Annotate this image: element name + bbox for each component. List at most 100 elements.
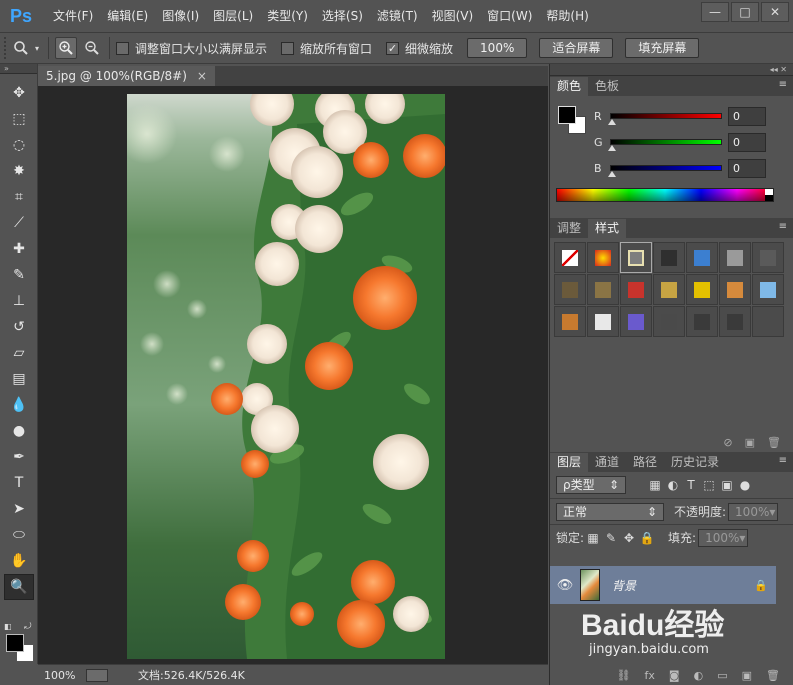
resize-windows-checkbox[interactable]	[116, 41, 129, 55]
panel-menu-icon[interactable]: ≡	[779, 455, 787, 466]
hand-tool-icon[interactable]: ✋	[0, 548, 38, 574]
style-swatch[interactable]	[719, 306, 751, 337]
style-swatch[interactable]	[686, 242, 718, 273]
pen-tool-icon[interactable]: ✒	[0, 444, 38, 470]
blur-tool-icon[interactable]: 💧	[0, 392, 38, 418]
style-swatch[interactable]	[653, 242, 685, 273]
menu-edit[interactable]: 编辑(E)	[100, 0, 155, 32]
clear-style-icon[interactable]: ⊘	[723, 436, 732, 449]
chevron-down-icon[interactable]: ▾	[32, 37, 42, 59]
close-button[interactable]: ✕	[761, 2, 789, 22]
filter-shape-icon[interactable]: ⬚	[700, 478, 718, 492]
swap-colors-icon[interactable]: ⤾	[24, 622, 34, 632]
filter-pixel-icon[interactable]: ▦	[646, 478, 664, 492]
panel-menu-icon[interactable]: ≡	[779, 221, 787, 232]
style-swatch[interactable]	[752, 306, 784, 337]
panel-collapse-strip[interactable]: ◂◂ ✕	[550, 64, 793, 76]
lock-image-icon[interactable]: ✎	[602, 531, 620, 545]
style-swatch[interactable]	[653, 306, 685, 337]
style-swatch[interactable]	[587, 306, 619, 337]
menu-type[interactable]: 类型(Y)	[260, 0, 315, 32]
menu-filter[interactable]: 滤镜(T)	[370, 0, 425, 32]
lock-transparent-icon[interactable]: ▦	[584, 531, 602, 545]
gradient-tool-icon[interactable]: ▤	[0, 366, 38, 392]
style-swatch[interactable]	[620, 274, 652, 305]
blue-value-field[interactable]: 0	[728, 158, 766, 178]
tab-layers[interactable]: 图层	[550, 453, 589, 472]
magic-wand-tool-icon[interactable]: ✸	[0, 158, 38, 184]
menu-image[interactable]: 图像(I)	[155, 0, 206, 32]
eraser-tool-icon[interactable]: ▱	[0, 340, 38, 366]
menu-view[interactable]: 视图(V)	[425, 0, 481, 32]
style-swatch[interactable]	[752, 274, 784, 305]
tab-color[interactable]: 颜色	[550, 77, 589, 96]
tab-swatches[interactable]: 色板	[588, 77, 626, 96]
panel-foreground-swatch[interactable]	[558, 106, 576, 124]
red-value-field[interactable]: 0	[728, 106, 766, 126]
style-swatch[interactable]	[620, 306, 652, 337]
menu-help[interactable]: 帮助(H)	[539, 0, 595, 32]
lock-icon[interactable]: 🔒	[754, 579, 776, 592]
blue-slider-thumb[interactable]	[608, 171, 616, 177]
crop-tool-icon[interactable]: ⌗	[0, 184, 38, 210]
style-swatch[interactable]	[587, 274, 619, 305]
scrubby-zoom-checkbox[interactable]: ✓	[386, 41, 400, 55]
green-slider-thumb[interactable]	[608, 145, 616, 151]
style-swatch[interactable]	[719, 274, 751, 305]
clone-stamp-tool-icon[interactable]: ⊥	[0, 288, 38, 314]
menu-window[interactable]: 窗口(W)	[480, 0, 539, 32]
green-value-field[interactable]: 0	[728, 132, 766, 152]
magnifier-icon[interactable]	[10, 37, 32, 59]
style-swatch[interactable]	[686, 274, 718, 305]
brush-tool-icon[interactable]: ✎	[0, 262, 38, 288]
filter-smart-icon[interactable]: ▣	[718, 478, 736, 492]
type-tool-icon[interactable]: T	[0, 470, 38, 496]
zoom-out-icon[interactable]	[81, 37, 103, 59]
filter-adjust-icon[interactable]: ◐	[664, 478, 682, 492]
ellipse-tool-icon[interactable]: ⬭	[0, 522, 38, 548]
lasso-tool-icon[interactable]: ◌	[0, 132, 38, 158]
panel-menu-icon[interactable]: ≡	[779, 79, 787, 90]
style-swatch[interactable]	[752, 242, 784, 273]
lock-all-icon[interactable]: 🔒	[638, 531, 656, 545]
layer-filter-dropdown[interactable]: ρ类型 ⇕	[556, 476, 626, 494]
move-tool-icon[interactable]: ✥	[0, 80, 38, 106]
eyedropper-tool-icon[interactable]: ⟋	[0, 210, 38, 236]
tab-channels[interactable]: 通道	[588, 453, 626, 472]
foreground-color-swatch[interactable]	[6, 634, 24, 652]
blend-mode-dropdown[interactable]: 正常 ⇕	[556, 502, 664, 521]
scrubby-zoom-option[interactable]: ✓ 细微缩放	[386, 40, 453, 57]
green-slider[interactable]	[608, 139, 722, 151]
history-brush-tool-icon[interactable]: ↺	[0, 314, 38, 340]
style-swatch[interactable]	[554, 306, 586, 337]
red-slider-thumb[interactable]	[608, 119, 616, 125]
opacity-field[interactable]: 100% ▾	[728, 502, 779, 521]
new-style-icon[interactable]: ▣	[745, 436, 755, 449]
blue-slider[interactable]	[608, 165, 722, 177]
tab-styles[interactable]: 样式	[588, 219, 627, 238]
healing-brush-tool-icon[interactable]: ✚	[0, 236, 38, 262]
menu-file[interactable]: 文件(F)	[46, 0, 100, 32]
tab-adjustments[interactable]: 调整	[550, 219, 588, 238]
menu-layer[interactable]: 图层(L)	[206, 0, 260, 32]
fill-screen-button[interactable]: 填充屏幕	[625, 38, 700, 58]
zoom-tool-icon[interactable]: 🔍	[4, 574, 34, 600]
style-swatch[interactable]	[653, 274, 685, 305]
style-swatch[interactable]	[587, 242, 619, 273]
color-spectrum-bar[interactable]	[556, 188, 774, 202]
actual-pixels-button[interactable]: 100%	[467, 38, 528, 58]
document-image[interactable]	[127, 94, 445, 659]
minimize-button[interactable]: —	[701, 2, 729, 22]
marquee-tool-icon[interactable]: ⬚	[0, 106, 38, 132]
close-icon[interactable]: ×	[197, 66, 207, 86]
style-swatch[interactable]	[686, 306, 718, 337]
tab-history[interactable]: 历史记录	[664, 453, 726, 472]
red-slider[interactable]	[608, 113, 722, 125]
fit-screen-button[interactable]: 适合屏幕	[539, 38, 614, 58]
lock-position-icon[interactable]: ✥	[620, 531, 638, 545]
trash-icon[interactable]: 🗑	[767, 436, 781, 449]
filter-toggle-icon[interactable]: ●	[736, 478, 754, 492]
eye-icon[interactable]: 👁	[550, 578, 580, 593]
black-white-swatch[interactable]	[765, 189, 773, 201]
path-selection-tool-icon[interactable]: ➤	[0, 496, 38, 522]
